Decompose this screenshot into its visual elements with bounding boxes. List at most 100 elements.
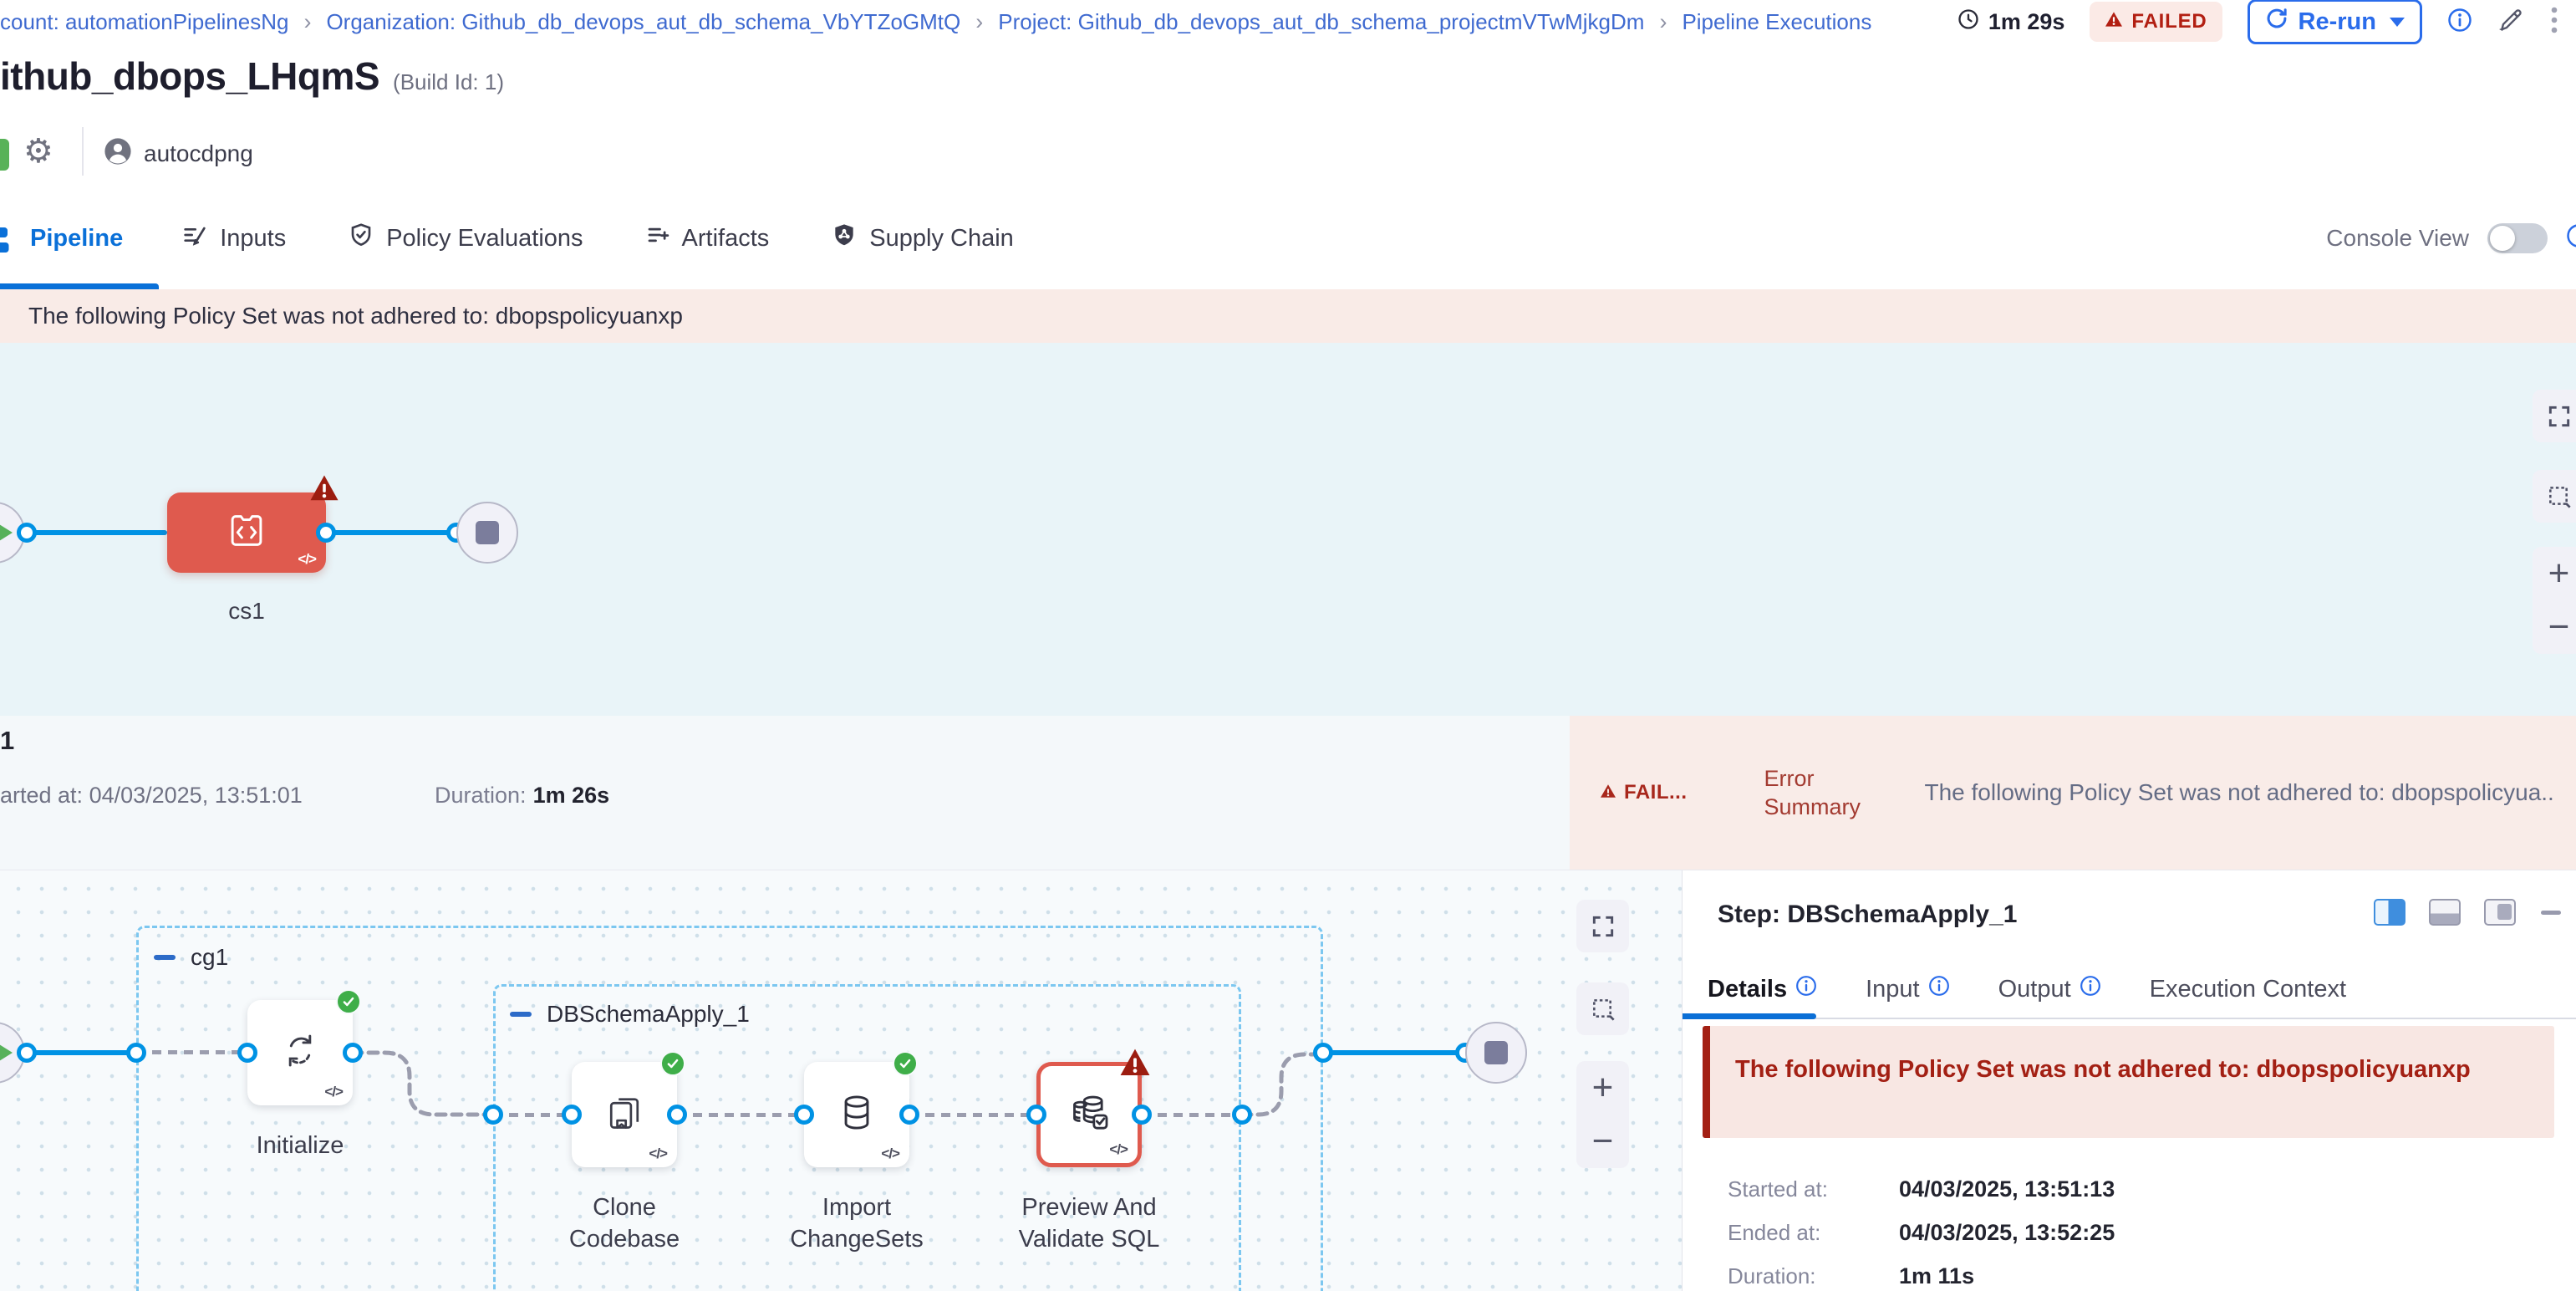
tab-details-label: Details (1708, 976, 1787, 1003)
edge (136, 1050, 247, 1054)
edge (1323, 1050, 1465, 1055)
failed-warning-icon (1119, 1048, 1151, 1081)
stage-duration: Duration:1m 26s (435, 783, 609, 809)
layout-floating-view-icon[interactable] (2484, 899, 2516, 926)
page-title: ithub_dbops_LHqmS (0, 54, 379, 99)
zoom-in-button[interactable]: + (1576, 1061, 1629, 1115)
step-label-clone-codebase: Clone Codebase (562, 1191, 687, 1255)
execution-graph-canvas: cg1 DBSchemaApply_1 (0, 870, 1682, 1291)
kebab-menu-icon[interactable] (2549, 5, 2559, 39)
top-bar: count: automationPipelinesNg › Organizat… (0, 0, 2576, 43)
zoom-out-button[interactable]: − (2533, 600, 2576, 654)
code-badge: </> (1109, 1141, 1128, 1158)
vertical-divider (82, 127, 84, 176)
tab-supply-chain[interactable]: Supply Chain (831, 222, 1014, 255)
tab-input-label: Input (1866, 976, 1920, 1003)
policy-violation-banner: The following Policy Set was not adhered… (0, 289, 2576, 343)
connector-port (237, 1043, 257, 1063)
step-card-initialize[interactable]: </> (247, 1000, 353, 1105)
step-label-import-changesets: Import ChangeSets (786, 1191, 928, 1255)
selection-tool-button[interactable] (2533, 470, 2576, 523)
fullscreen-button[interactable] (1576, 900, 1629, 952)
tab-pipeline[interactable]: Pipeline (30, 225, 123, 253)
info-icon[interactable] (2566, 223, 2576, 254)
pipeline-icon (0, 226, 15, 258)
stop-icon (476, 521, 499, 544)
zoom-out-button[interactable]: − (1576, 1115, 1629, 1168)
step-panel-title: Step: DBSchemaApply_1 (1718, 901, 2017, 929)
step-card-import-changesets[interactable]: </> (804, 1062, 909, 1167)
layout-right-view-icon[interactable] (2374, 899, 2405, 926)
info-icon[interactable] (1795, 975, 1817, 1003)
fullscreen-button[interactable] (2533, 390, 2576, 442)
zoom-controls: + − (1576, 1061, 1629, 1168)
custom-stage-icon (224, 508, 269, 558)
caret-down-icon (2390, 18, 2405, 27)
rerun-button[interactable]: Re-run (2248, 0, 2422, 44)
status-badge: FAILED (2090, 2, 2222, 42)
refresh-icon (2265, 7, 2288, 37)
tab-policy-evaluations[interactable]: Policy Evaluations (348, 222, 583, 255)
step-details-list: Started at: 04/03/2025, 13:51:13 Ended a… (1728, 1176, 2115, 1289)
sync-icon (277, 1028, 323, 1078)
warning-triangle-icon (1600, 781, 1616, 804)
elapsed-text: 1m 29s (1988, 9, 2065, 35)
connector-port (1313, 1043, 1333, 1063)
panel-layout-controls (2374, 899, 2561, 926)
selection-tool-button[interactable] (1576, 982, 1629, 1035)
code-badge: </> (298, 551, 316, 568)
active-tab-underline (0, 283, 159, 289)
stage-summary-row[interactable]: 1 arted at: 04/03/2025, 13:51:01 Duratio… (0, 716, 2576, 870)
connector-port (126, 1043, 146, 1063)
code-badge: </> (881, 1146, 899, 1162)
gear-icon[interactable]: ⚙ (23, 132, 53, 171)
breadcrumb: count: automationPipelinesNg › Organizat… (0, 9, 1937, 35)
tab-artifacts[interactable]: Artifacts (645, 222, 770, 254)
tab-pipeline-label: Pipeline (30, 225, 123, 253)
clock-icon (1957, 8, 1980, 37)
detail-label: Started at: (1728, 1176, 1899, 1202)
step-error-text: The following Policy Set was not adhered… (1735, 1056, 2471, 1083)
collapse-icon[interactable] (510, 1012, 532, 1017)
connector-port (794, 1105, 814, 1125)
panel-collapse-icon[interactable] (2541, 911, 2561, 915)
success-check-icon (336, 989, 361, 1014)
breadcrumb-pipeline-executions[interactable]: Pipeline Executions (1682, 9, 1871, 35)
tab-output[interactable]: Output (1998, 975, 2101, 1003)
breadcrumb-account[interactable]: count: automationPipelinesNg (0, 9, 288, 35)
error-summary-text: The following Policy Set was not adhered… (1925, 779, 2576, 806)
step-card-clone-codebase[interactable]: </> (572, 1062, 677, 1167)
edit-pencil-icon[interactable] (2497, 7, 2524, 38)
stop-icon (1484, 1041, 1508, 1064)
stage-node-cs1[interactable]: </> (167, 492, 326, 573)
connector-port (316, 523, 336, 543)
breadcrumb-project[interactable]: Project: Github_db_devops_aut_db_schema_… (998, 9, 1644, 35)
play-icon (0, 520, 13, 545)
connector-port (899, 1105, 919, 1125)
tab-details[interactable]: Details (1708, 975, 1817, 1003)
connector-port (343, 1043, 363, 1063)
layout-bottom-view-icon[interactable] (2429, 899, 2461, 926)
info-icon[interactable] (2080, 975, 2101, 1003)
group-cg1-header: cg1 (154, 944, 228, 971)
tab-execution-context[interactable]: Execution Context (2150, 976, 2346, 1003)
edge (27, 1050, 136, 1055)
info-icon[interactable] (2447, 8, 2472, 37)
connector-port (1026, 1105, 1046, 1125)
step-card-preview-validate-sql[interactable]: </> (1036, 1062, 1142, 1167)
console-view-label: Console View (2326, 225, 2469, 252)
code-badge: </> (649, 1146, 667, 1162)
tab-input[interactable]: Input (1866, 975, 1950, 1003)
stage-graph-canvas: </> cs1 + − (0, 343, 2576, 716)
collapse-icon[interactable] (154, 955, 176, 960)
error-summary-label: Error Summary (1764, 764, 1890, 821)
breadcrumb-organization[interactable]: Organization: Github_db_devops_aut_db_sc… (326, 9, 960, 35)
tab-inputs[interactable]: Inputs (181, 222, 286, 255)
step-detail-panel: Step: DBSchemaApply_1 Details Input (1682, 870, 2576, 1291)
info-icon[interactable] (1928, 975, 1950, 1003)
connector-port (483, 1105, 503, 1125)
zoom-in-button[interactable]: + (2533, 547, 2576, 600)
console-view-control: Console View (2326, 223, 2576, 254)
console-view-toggle[interactable] (2487, 223, 2548, 253)
edge (909, 1113, 1036, 1117)
